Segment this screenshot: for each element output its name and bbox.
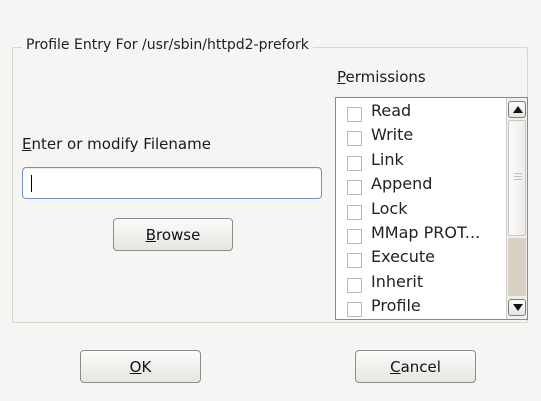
filename-label-text: nter or modify Filename (31, 135, 211, 153)
permission-item[interactable]: Execute (336, 246, 508, 270)
cancel-button-label: ancel (400, 357, 441, 376)
filename-input[interactable] (22, 167, 322, 199)
ok-button-label: K (141, 357, 152, 376)
browse-button-label: rowse (155, 225, 201, 244)
permission-checkbox[interactable] (347, 107, 362, 122)
browse-button-mnemonic: B (145, 225, 156, 244)
permissions-label: Permissions (337, 68, 426, 86)
permission-label: Lock (371, 198, 408, 218)
ok-button[interactable]: OK (80, 350, 201, 383)
cancel-button[interactable]: Cancel (355, 350, 476, 383)
permission-checkbox[interactable] (347, 131, 362, 147)
permission-label: Read (371, 101, 412, 120)
permission-label: Link (371, 149, 404, 169)
permission-checkbox[interactable] (347, 253, 362, 269)
permission-label: Inherit (371, 271, 424, 291)
permissions-label-mnemonic: P (337, 68, 346, 86)
scrollbar-trough[interactable] (508, 238, 526, 296)
permission-label: Write (371, 125, 414, 145)
permission-checkbox[interactable] (347, 302, 362, 318)
thumb-grip-line (514, 176, 522, 177)
arrow-down-icon (513, 304, 523, 311)
permission-item[interactable]: MMap PROT... (336, 222, 508, 246)
permissions-items: Read Write Link Append Lock MMap PROT... Execu… (336, 100, 508, 319)
groupbox-title: Profile Entry For /usr/sbin/httpd2-prefo… (22, 37, 313, 53)
permissions-scrollbar[interactable] (506, 98, 527, 319)
arrow-up-icon (513, 106, 523, 113)
filename-label: Enter or modify Filename (22, 135, 211, 153)
permission-label: Profile (371, 296, 421, 316)
scroll-up-button[interactable] (508, 101, 526, 118)
permission-checkbox[interactable] (347, 228, 362, 244)
permission-item[interactable]: Link (336, 149, 508, 173)
browse-button[interactable]: Browse (113, 218, 233, 251)
permission-item[interactable]: Read (336, 100, 508, 124)
permission-label: Execute (371, 247, 435, 267)
permission-checkbox[interactable] (347, 155, 362, 171)
permission-item[interactable]: Lock (336, 198, 508, 222)
permissions-label-text: ermissions (345, 68, 426, 86)
permission-checkbox[interactable] (347, 204, 362, 220)
permissions-list[interactable]: Read Write Link Append Lock MMap PROT... Execu… (335, 97, 528, 320)
permission-label: Append (371, 174, 433, 194)
thumb-grip-line (514, 173, 522, 174)
permission-checkbox[interactable] (347, 180, 362, 196)
ok-button-mnemonic: O (129, 357, 142, 376)
permission-item[interactable]: Append (336, 173, 508, 197)
permission-item[interactable]: Write (336, 124, 508, 148)
permission-label: MMap PROT... (371, 222, 481, 242)
permission-checkbox[interactable] (347, 277, 362, 293)
text-caret (31, 175, 32, 192)
permission-item[interactable]: Profile (336, 295, 508, 319)
permission-item[interactable]: Inherit (336, 271, 508, 295)
cancel-button-mnemonic: C (390, 357, 401, 376)
scroll-down-button[interactable] (508, 299, 526, 316)
scrollbar-thumb[interactable] (508, 120, 526, 236)
thumb-grip-line (514, 179, 522, 180)
